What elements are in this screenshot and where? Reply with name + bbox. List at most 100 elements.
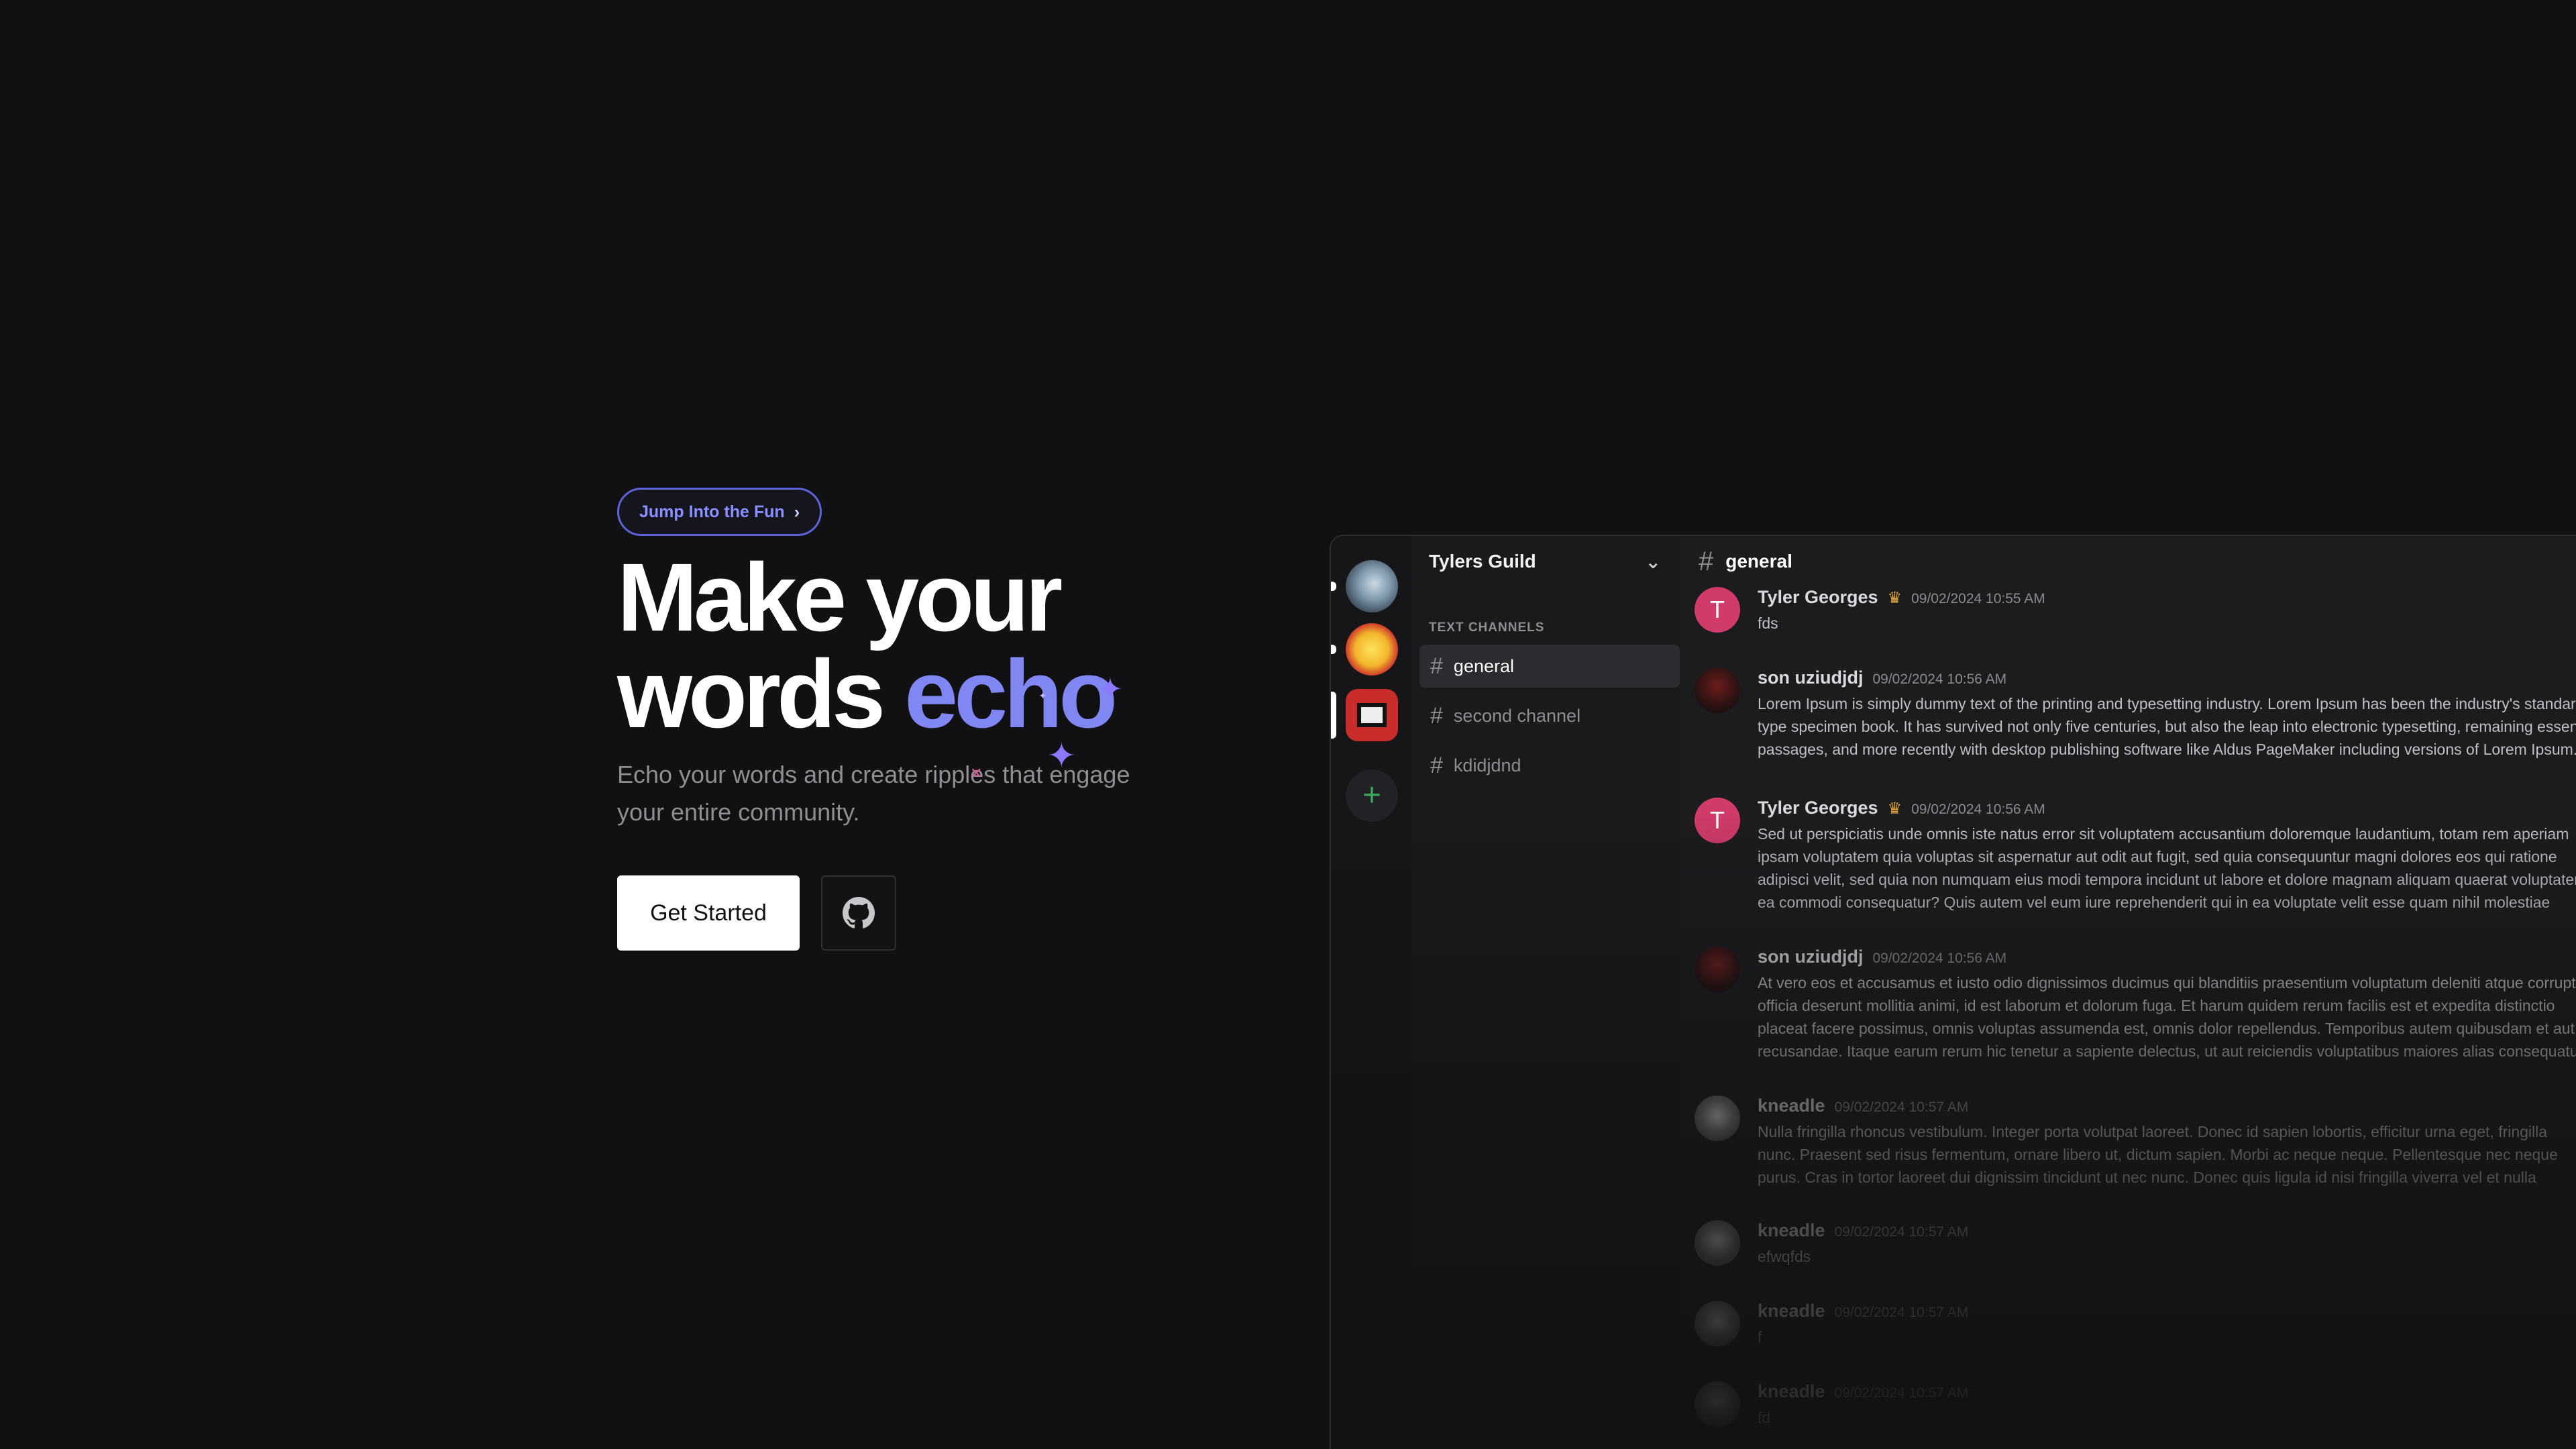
app-preview: + Tylers Guild ⌄ TEXT CHANNELS # general #… <box>1330 535 2576 1449</box>
message-author[interactable]: son uziudjdj <box>1758 667 1863 688</box>
avatar[interactable] <box>1695 1095 1740 1141</box>
chat-message: kneadle 09/02/2024 10:57 AM Nulla fringill… <box>1695 1095 2576 1189</box>
message-text: Nulla fringilla rhoncus vestibulum. Inte… <box>1758 1123 2548 1140</box>
github-button[interactable] <box>821 875 896 951</box>
hash-icon: # <box>1430 752 1443 778</box>
message-timestamp: 09/02/2024 10:56 AM <box>1911 802 2045 817</box>
add-server-button[interactable]: + <box>1346 769 1398 822</box>
message-body: Tyler Georges ♛ 09/02/2024 10:55 AM fds <box>1758 587 2576 635</box>
message-body: son uziudjdj 09/02/2024 10:56 AM Lorem Ips… <box>1758 667 2576 761</box>
message-timestamp: 09/02/2024 10:57 AM <box>1834 1385 1969 1401</box>
avatar[interactable] <box>1695 1381 1740 1427</box>
chat-message: kneadle 09/02/2024 10:57 AM efwqfds <box>1695 1220 2576 1268</box>
avatar[interactable] <box>1695 1301 1740 1346</box>
chat-message: kneadle 09/02/2024 10:57 AM fd <box>1695 1381 2576 1429</box>
server-unread-indicator <box>1331 582 1336 591</box>
message-body: kneadle 09/02/2024 10:57 AM f <box>1758 1301 2576 1348</box>
hero-actions: Get Started <box>617 875 1221 951</box>
sparkle-icon: ✦ <box>1097 672 1124 706</box>
message-body: kneadle 09/02/2024 10:57 AM fd <box>1758 1381 2576 1429</box>
message-author[interactable]: kneadle <box>1758 1220 1825 1241</box>
message-text: nunc. Praesent sed risus fermentum, orna… <box>1758 1146 2558 1163</box>
server-unread-indicator <box>1331 645 1336 654</box>
channel-item[interactable]: # second channel <box>1419 694 1680 737</box>
message-text: ea commodi consequatur? Quis autem vel e… <box>1758 894 2551 911</box>
guild-header[interactable]: Tylers Guild ⌄ <box>1411 536 1680 587</box>
hero-headline: Make your words echo ✦ ✦ ✕ ✦ <box>617 549 1221 782</box>
message-timestamp: 09/02/2024 10:55 AM <box>1911 591 2045 606</box>
message-text: recusandae. Itaque earum rerum hic tenet… <box>1758 1042 2576 1060</box>
hash-icon: # <box>1430 702 1443 729</box>
jump-into-fun-badge[interactable]: Jump Into the Fun › <box>617 488 822 536</box>
server-icon[interactable] <box>1346 623 1398 676</box>
message-author[interactable]: son uziudjdj <box>1758 947 1863 967</box>
message-meta: kneadle 09/02/2024 10:57 AM <box>1758 1220 2576 1241</box>
avatar[interactable] <box>1695 667 1740 713</box>
chat-message: son uziudjdj 09/02/2024 10:56 AM Lorem Ips… <box>1695 667 2576 761</box>
server-rail: + <box>1331 536 1411 1449</box>
chat-message: kneadle 09/02/2024 10:57 AM f <box>1695 1301 2576 1348</box>
message-body: kneadle 09/02/2024 10:57 AM efwqfds <box>1758 1220 2576 1268</box>
chat-message: T Tyler Georges ♛ 09/02/2024 10:56 AM Sed ut… <box>1695 798 2576 914</box>
message-text: passages, and more recently with desktop… <box>1758 741 2576 758</box>
channel-sidebar: Tylers Guild ⌄ TEXT CHANNELS # general # se… <box>1411 536 1680 1449</box>
message-timestamp: 09/02/2024 10:56 AM <box>1872 672 2007 687</box>
hash-icon: # <box>1699 546 1714 576</box>
chat-header: # general <box>1680 536 2576 587</box>
message-author[interactable]: Tyler Georges <box>1758 587 1878 608</box>
channel-category-label: TEXT CHANNELS <box>1429 621 1545 635</box>
hero-section: Jump Into the Fun › Make your words echo… <box>617 488 1221 951</box>
message-text: f <box>1758 1328 1762 1346</box>
channel-name: general <box>1453 655 1514 676</box>
message-text: ipsam voluptatem quia voluptas sit asper… <box>1758 848 2557 865</box>
channel-name: kdidjdnd <box>1453 755 1521 775</box>
server-icon-selected[interactable] <box>1346 689 1398 741</box>
guild-name: Tylers Guild <box>1429 551 1536 572</box>
message-text: purus. Cras in tortor laoreet dui dignis… <box>1758 1169 2536 1186</box>
message-author[interactable]: kneadle <box>1758 1095 1825 1116</box>
message-text: placeat facere possimus, omnis voluptas … <box>1758 1020 2575 1037</box>
message-timestamp: 09/02/2024 10:57 AM <box>1834 1305 1969 1320</box>
message-text: Lorem Ipsum is simply dummy text of the … <box>1758 695 2576 712</box>
chat-panel: # general T Tyler Georges ♛ 09/02/2024 10:5… <box>1680 536 2576 1449</box>
headline-line-2: words echo ✦ ✦ ✕ ✦ <box>617 646 1221 782</box>
avatar[interactable] <box>1695 1220 1740 1266</box>
chevron-down-icon: ⌄ <box>1645 551 1661 572</box>
message-meta: son uziudjdj 09/02/2024 10:56 AM <box>1758 667 2576 688</box>
message-text: type specimen book. It has survived not … <box>1758 718 2576 735</box>
message-meta: kneadle 09/02/2024 10:57 AM <box>1758 1095 2576 1116</box>
message-author[interactable]: Tyler Georges <box>1758 798 1878 818</box>
server-icon[interactable] <box>1346 560 1398 612</box>
message-text: officia deserunt mollitia animi, id est … <box>1758 997 2555 1014</box>
message-text: At vero eos et accusamus et iusto odio d… <box>1758 974 2576 991</box>
get-started-button[interactable]: Get Started <box>617 875 800 951</box>
badge-label: Jump Into the Fun <box>639 502 785 521</box>
avatar[interactable] <box>1695 947 1740 992</box>
message-meta: son uziudjdj 09/02/2024 10:56 AM <box>1758 947 2576 967</box>
message-text: fd <box>1758 1409 1771 1426</box>
channel-item[interactable]: # kdidjdnd <box>1419 744 1680 787</box>
sparkle-icon: ✕ <box>970 765 983 782</box>
message-author[interactable]: kneadle <box>1758 1301 1825 1322</box>
headline-word: words <box>617 640 885 748</box>
current-channel-name: general <box>1725 551 1792 572</box>
message-meta: kneadle 09/02/2024 10:57 AM <box>1758 1301 2576 1322</box>
channel-item[interactable]: # general <box>1419 645 1680 688</box>
github-icon <box>843 897 875 928</box>
server-selected-indicator <box>1331 692 1336 739</box>
message-meta: Tyler Georges ♛ 09/02/2024 10:56 AM <box>1758 798 2576 818</box>
avatar[interactable]: T <box>1695 587 1740 633</box>
message-text: efwqfds <box>1758 1248 1811 1265</box>
message-author[interactable]: kneadle <box>1758 1381 1825 1402</box>
message-text: fds <box>1758 614 1778 632</box>
avatar[interactable]: T <box>1695 798 1740 843</box>
crown-icon: ♛ <box>1887 589 1902 607</box>
message-timestamp: 09/02/2024 10:57 AM <box>1834 1099 1969 1115</box>
message-meta: kneadle 09/02/2024 10:57 AM <box>1758 1381 2576 1402</box>
message-body: son uziudjdj 09/02/2024 10:56 AM At vero e… <box>1758 947 2576 1063</box>
sparkle-icon: ✦ <box>1046 737 1077 775</box>
channel-name: second channel <box>1453 705 1581 726</box>
message-meta: Tyler Georges ♛ 09/02/2024 10:55 AM <box>1758 587 2576 608</box>
crown-icon: ♛ <box>1887 800 1902 818</box>
hash-icon: # <box>1430 653 1443 679</box>
